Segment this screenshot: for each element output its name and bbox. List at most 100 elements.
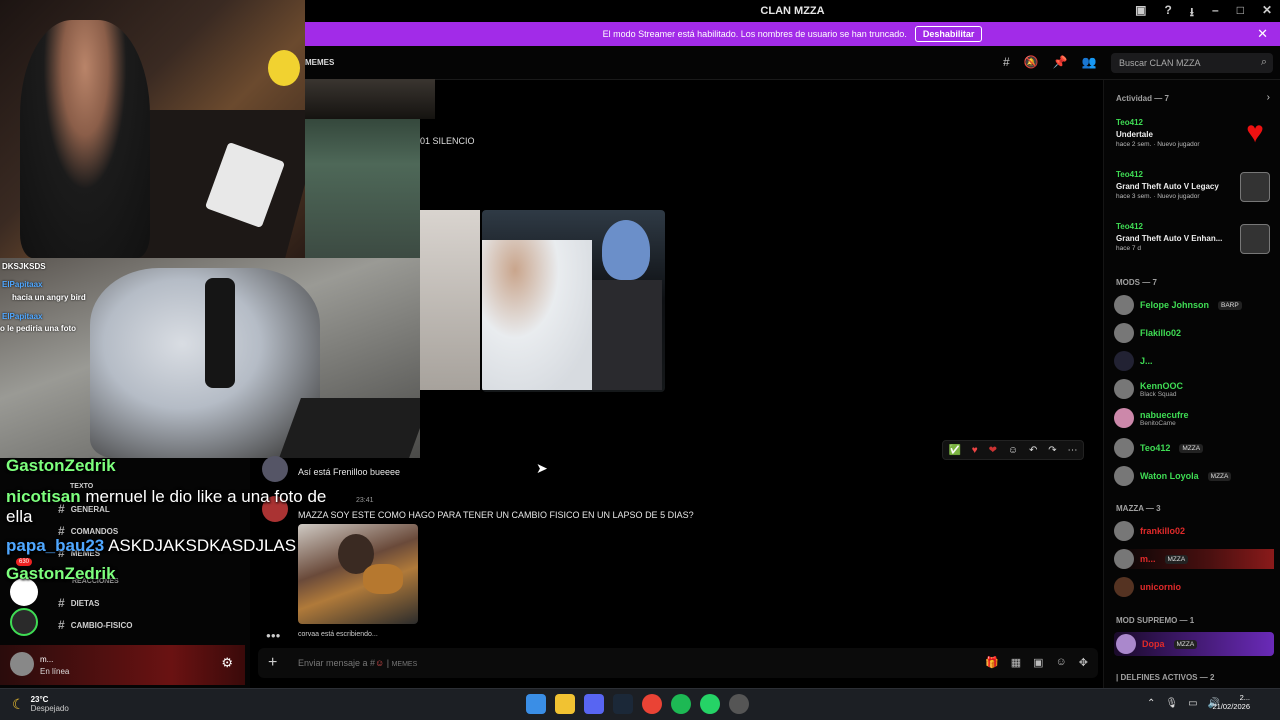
pin-icon[interactable]: 📌	[1053, 55, 1068, 69]
cam-chat-line: DKSJKSDS	[2, 262, 46, 271]
threads-icon[interactable]: #	[1003, 55, 1010, 69]
typing-indicator: corvaa está escribiendo...	[298, 631, 378, 638]
file-explorer-icon[interactable]	[555, 694, 575, 714]
search-icon: ⌕	[1260, 56, 1267, 68]
megamind-head	[602, 220, 650, 280]
search-input[interactable]: Buscar CLAN MZZA ⌕	[1111, 53, 1273, 73]
user-panel: m... En línea ⚙	[0, 645, 245, 685]
chevron-up-icon[interactable]: ⌃	[1147, 698, 1155, 709]
man-in-car	[482, 240, 592, 390]
download-icon[interactable]: ⭳	[1190, 3, 1194, 24]
member-item[interactable]: Waton Loyola MZZA	[1114, 466, 1232, 486]
reaction-icon[interactable]: ♥	[972, 445, 978, 456]
overlay-chat-line: nicotisan mernuel le dio like a una foto…	[6, 487, 327, 526]
weather-widget[interactable]: ☾ 23°C Despejado	[12, 695, 69, 713]
more-icon[interactable]: ⋯	[1067, 445, 1077, 456]
apps-icon[interactable]: ✥	[1079, 656, 1088, 669]
member-item[interactable]: J...	[1114, 351, 1153, 371]
message-composer[interactable]: + Enviar mensaje a #☺ | MEMES 🎁 ▦ ▣ ☺ ✥	[258, 648, 1098, 678]
network-icon[interactable]: ▭	[1188, 698, 1197, 709]
attached-image[interactable]	[298, 524, 418, 624]
activity-item[interactable]: Teo412 Grand Theft Auto V Enhan... hace …	[1116, 222, 1222, 252]
overlay-chat-line: papa_bau23 ASKDJAKSDKASDJLAS	[6, 536, 297, 555]
channel-name: MEMES	[305, 58, 335, 67]
member-item[interactable]: Dopa MZZA	[1114, 632, 1274, 656]
notifications-icon[interactable]: 🔕	[1024, 55, 1039, 69]
delfines-header: | DELFINES ACTIVOS — 2	[1116, 673, 1215, 682]
member-item[interactable]: unicornio	[1114, 577, 1181, 597]
activity-item[interactable]: Teo412 Grand Theft Auto V Legacy hace 3 …	[1116, 170, 1219, 200]
keyboard-2	[279, 398, 420, 458]
screen-icon[interactable]: ▣	[1135, 3, 1146, 24]
minimize-button[interactable]: –	[1212, 3, 1219, 24]
whatsapp-icon[interactable]	[700, 694, 720, 714]
member-item[interactable]: KennOOC Black Squad	[1114, 379, 1183, 399]
close-icon[interactable]: ✕	[1257, 26, 1268, 42]
reaction-icon-2[interactable]: ❤	[989, 445, 997, 456]
server-icon[interactable]	[10, 608, 38, 636]
mic-icon[interactable]: 🎙	[1165, 698, 1178, 709]
discord-icon[interactable]	[584, 694, 604, 714]
member-item[interactable]: Teo412 MZZA	[1114, 438, 1204, 458]
streamer	[20, 20, 150, 258]
embed-image-1[interactable]	[420, 210, 480, 390]
chevron-right-icon[interactable]: ›	[1267, 92, 1270, 103]
supremo-header: MOD SUPREMO — 1	[1116, 616, 1195, 625]
mazza-header: MAZZA — 3	[1116, 504, 1161, 513]
message-text: MAZZA SOY ESTE COMO HAGO PARA TENER UN C…	[298, 510, 694, 520]
overlay-chat-line: GastonZedrik	[6, 456, 116, 475]
embed-image-top[interactable]	[305, 79, 435, 119]
user-name: m...	[40, 655, 54, 664]
gift-icon[interactable]: 🎁	[985, 656, 999, 669]
pikachu-figure	[268, 50, 300, 86]
burger	[363, 564, 403, 594]
activity-header: Actividad — 7	[1116, 94, 1169, 103]
megamind-body	[592, 280, 662, 390]
member-item[interactable]: frankillo02	[1114, 521, 1185, 541]
avatar[interactable]	[10, 652, 34, 676]
add-reaction-icon[interactable]: ☺	[1008, 445, 1018, 456]
channel-header: MEMES # 🔕 📌 👥 Buscar CLAN MZZA ⌕	[305, 46, 1280, 80]
channel-dietas[interactable]: # DIETAS	[58, 596, 99, 610]
member-item[interactable]: Flakillo02	[1114, 323, 1181, 343]
cam-chat-user: ElPapitaax	[2, 280, 43, 289]
add-attachment-icon[interactable]: +	[268, 654, 277, 672]
steam-icon[interactable]	[613, 694, 633, 714]
gear-icon[interactable]: ⚙	[221, 655, 233, 671]
reply-icon[interactable]: ↶	[1029, 445, 1037, 456]
member-item[interactable]: m... MZZA	[1114, 549, 1274, 569]
search-placeholder: Buscar CLAN MZZA	[1119, 58, 1201, 68]
cam-chat-line: ElPapitaax	[2, 312, 42, 321]
message-hover-toolbar: ✅ ♥ ❤ ☺ ↶ ↷ ⋯	[942, 440, 1084, 460]
close-window-button[interactable]: ✕	[1262, 3, 1272, 24]
member-item[interactable]: nabuecufre BenitoCame	[1114, 408, 1189, 428]
moon-icon: ☾	[12, 695, 25, 712]
chrome-icon[interactable]	[642, 694, 662, 714]
gif-icon[interactable]: ▦	[1011, 656, 1021, 669]
start-icon[interactable]	[526, 694, 546, 714]
member-item[interactable]: Felope Johnson BARP	[1114, 295, 1242, 315]
window-title: CLAN MZZA	[760, 5, 825, 17]
emoji-icon[interactable]: ☺	[1056, 656, 1067, 669]
disable-streamer-button[interactable]: Deshabilitar	[914, 26, 983, 42]
clock[interactable]: 2... 21/02/2026	[1212, 693, 1250, 711]
maximize-button[interactable]: □	[1237, 3, 1244, 24]
composer-placeholder: Enviar mensaje a #☺ | MEMES	[298, 658, 418, 668]
channel-cambio-fisico[interactable]: # CAMBIO-FISICO	[58, 618, 132, 632]
sticker-icon[interactable]: ▣	[1033, 656, 1043, 669]
cursor-icon: ➤	[536, 460, 548, 476]
forward-icon[interactable]: ↷	[1048, 445, 1056, 456]
user-status: En línea	[40, 667, 70, 676]
check-reaction-icon[interactable]: ✅	[948, 445, 960, 456]
banner-text: El modo Streamer está habilitado. Los no…	[602, 29, 907, 39]
embed-image-2[interactable]	[482, 210, 665, 392]
activity-item[interactable]: Teo412 Undertale hace 2 sem. · Nuevo jug…	[1116, 118, 1199, 148]
members-icon[interactable]: 👥	[1082, 55, 1097, 69]
embed-caption: 01 SILENCIO	[420, 136, 475, 146]
help-icon[interactable]: ?	[1164, 3, 1171, 24]
cam-chat-text: hacia un angry bird	[12, 293, 86, 302]
spotify-icon[interactable]	[671, 694, 691, 714]
gta-game-icon	[1240, 224, 1270, 254]
app-icon[interactable]	[729, 694, 749, 714]
mods-header: MODS — 7	[1116, 278, 1157, 287]
